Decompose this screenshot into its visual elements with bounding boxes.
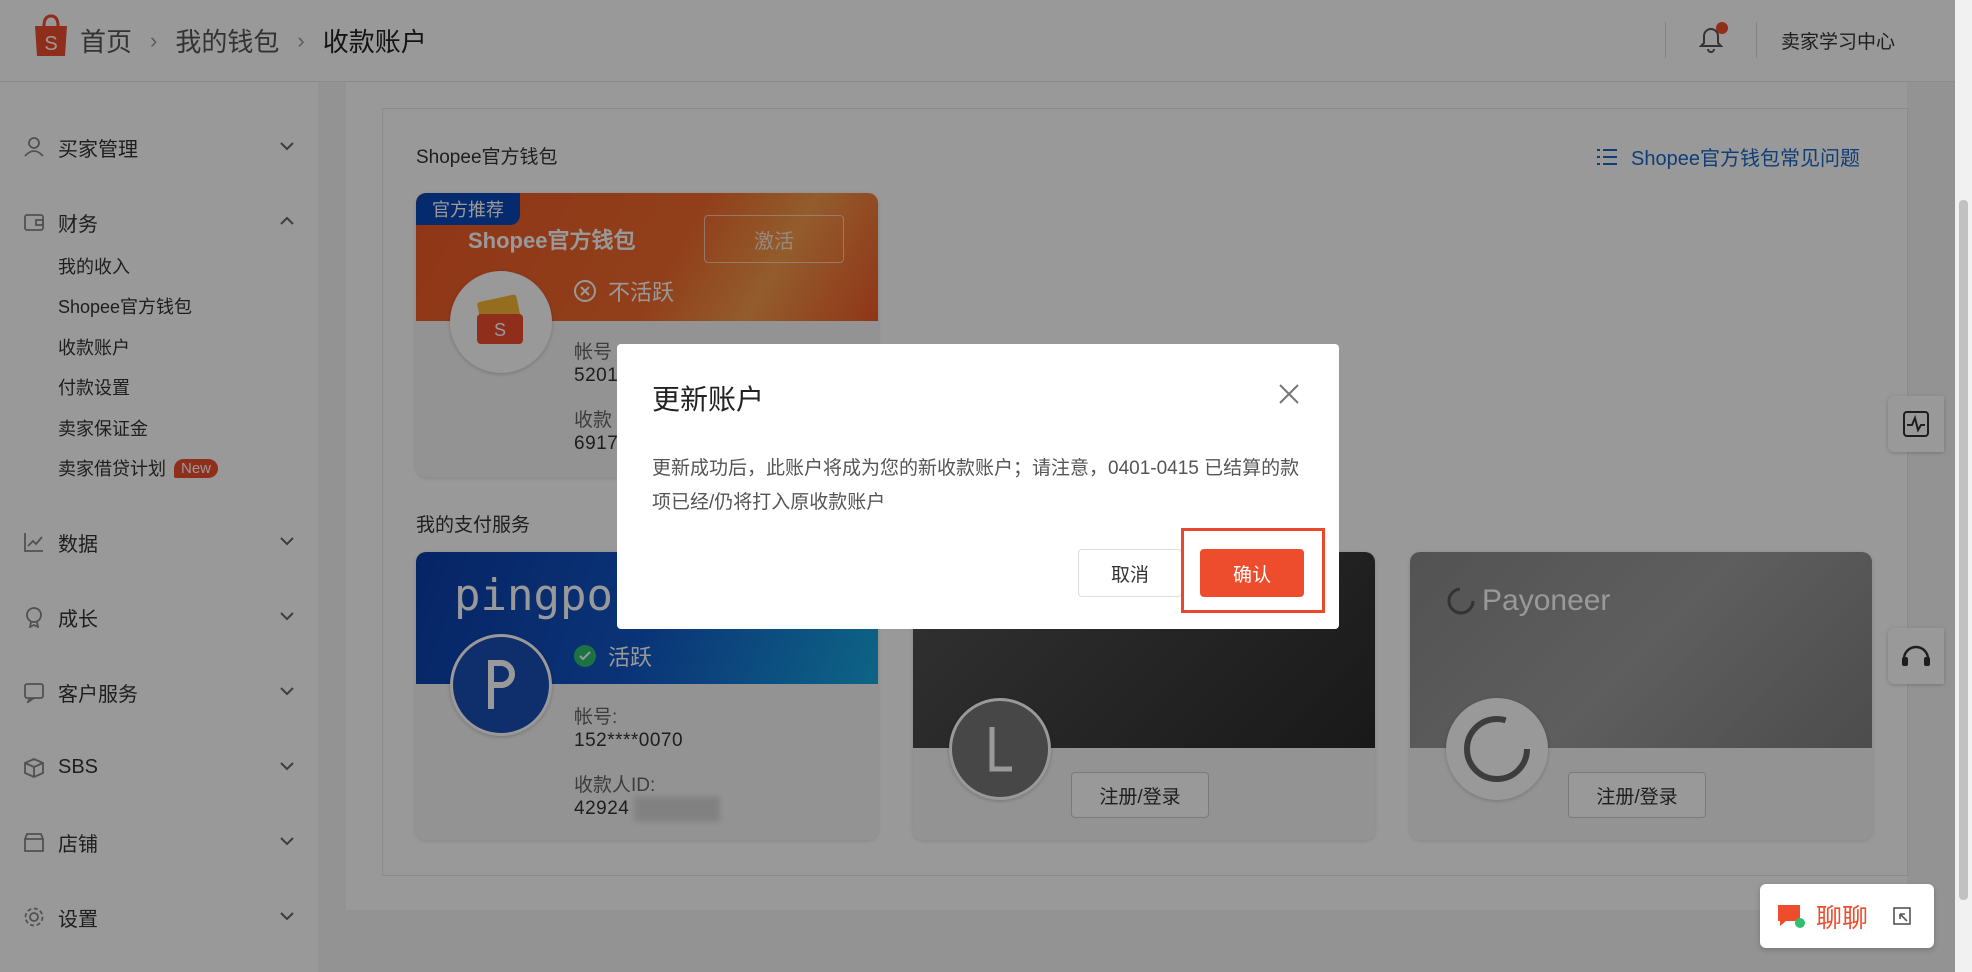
dialog-title: 更新账户 [652, 384, 765, 415]
chat-label: 聊聊 [1816, 902, 1869, 933]
expand-icon[interactable] [1892, 906, 1912, 926]
chat-icon [1778, 905, 1805, 928]
confirm-highlight-box [1181, 528, 1325, 613]
scroll-thumb[interactable] [1959, 200, 1968, 900]
cancel-button[interactable]: 取消 [1078, 549, 1182, 597]
chat-widget[interactable]: 聊聊 [1760, 884, 1934, 948]
dialog-message: 更新成功后，此账户将成为您的新收款账户；请注意，0401-0415 已结算的款项… [652, 458, 1300, 513]
page-scrollbar[interactable] [1955, 0, 1972, 972]
close-icon[interactable] [1277, 382, 1301, 406]
